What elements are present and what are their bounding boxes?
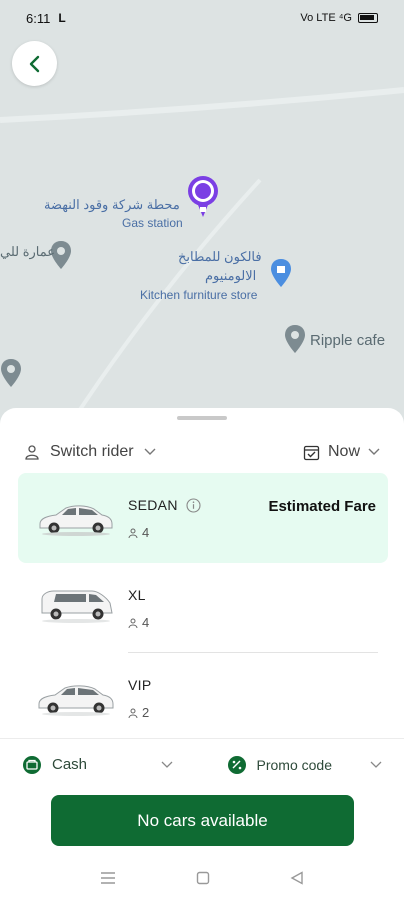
chevron-down-icon bbox=[368, 448, 380, 455]
car-option-sedan[interactable]: SEDAN 4 Estimated Fare bbox=[18, 473, 388, 563]
car-seats-sedan: 4 bbox=[128, 525, 149, 540]
poi-kitchen-arabic-1: فالكون للمطابخ bbox=[178, 249, 262, 264]
status-app-icon: L bbox=[58, 11, 66, 25]
menu-icon[interactable] bbox=[100, 871, 116, 885]
promo-code-dropdown[interactable]: Promo code bbox=[227, 755, 382, 775]
chevron-down-icon bbox=[161, 761, 173, 768]
poi-building-arabic: عمارة للي bbox=[0, 244, 56, 259]
car-name-vip: VIP bbox=[128, 677, 152, 693]
ride-options-sheet: Switch rider Now SEDAN 4 Estimated Fare … bbox=[0, 408, 404, 900]
poi-gas-station-label: Gas station bbox=[122, 216, 183, 230]
van-car-icon bbox=[41, 590, 113, 623]
car-type-list: SEDAN 4 Estimated Fare XL 4 VIP 2 bbox=[18, 473, 388, 743]
calendar-check-icon bbox=[303, 445, 320, 460]
payment-method-dropdown[interactable]: Cash bbox=[22, 755, 173, 775]
chevron-left-icon bbox=[29, 55, 39, 72]
map-pin-icon-2[interactable] bbox=[0, 358, 22, 388]
car-option-xl[interactable]: XL 4 bbox=[18, 563, 388, 653]
schedule-dropdown[interactable]: Now bbox=[303, 443, 380, 461]
car-seats-vip: 2 bbox=[128, 705, 149, 720]
status-bar: 6:11 L Vo LTE ⁴G bbox=[0, 0, 404, 36]
switch-rider-dropdown[interactable]: Switch rider bbox=[24, 443, 156, 461]
sheet-drag-handle[interactable] bbox=[177, 416, 227, 420]
car-name-sedan: SEDAN bbox=[128, 497, 201, 513]
back-triangle-icon[interactable] bbox=[290, 871, 304, 885]
poi-gas-station-arabic: محطة شركة وقود النهضة bbox=[44, 197, 180, 212]
person-icon bbox=[25, 445, 39, 460]
schedule-label: Now bbox=[327, 443, 360, 460]
info-icon[interactable] bbox=[186, 497, 201, 513]
passenger-icon bbox=[128, 528, 138, 538]
vip-car-icon bbox=[38, 685, 114, 716]
estimated-fare-label: Estimated Fare bbox=[268, 498, 376, 515]
poi-kitchen-label: Kitchen furniture store bbox=[140, 288, 258, 302]
promo-tag-icon bbox=[227, 755, 246, 774]
poi-ripple-cafe: Ripple cafe bbox=[310, 332, 386, 349]
passenger-icon bbox=[128, 618, 138, 628]
system-nav-bar bbox=[0, 860, 404, 896]
signal-icon: Vo LTE ⁴G bbox=[300, 12, 352, 24]
passenger-icon bbox=[128, 708, 138, 718]
home-square-icon[interactable] bbox=[196, 871, 210, 885]
cash-wallet-icon bbox=[23, 755, 41, 774]
car-option-vip[interactable]: VIP 2 bbox=[18, 653, 388, 743]
status-time: 6:11 bbox=[26, 10, 51, 26]
switch-rider-label: Switch rider bbox=[50, 443, 134, 460]
battery-icon bbox=[358, 13, 378, 23]
payment-row: Cash Promo code bbox=[0, 738, 404, 790]
cafe-pin-icon[interactable] bbox=[284, 324, 306, 354]
payment-label: Cash bbox=[52, 756, 88, 773]
sedan-car-icon bbox=[39, 505, 113, 536]
shopping-bag-pin-icon[interactable] bbox=[270, 258, 292, 288]
car-name-xl: XL bbox=[128, 587, 146, 603]
pickup-marker-icon[interactable] bbox=[186, 175, 220, 219]
chevron-down-icon bbox=[144, 448, 156, 455]
map-roads bbox=[0, 87, 404, 440]
rider-schedule-row: Switch rider Now bbox=[0, 430, 404, 474]
car-seats-xl: 4 bbox=[128, 615, 149, 630]
no-cars-available-button[interactable]: No cars available bbox=[51, 795, 354, 846]
promo-label: Promo code bbox=[256, 756, 332, 773]
poi-kitchen-arabic-2: الالومنيوم bbox=[205, 268, 257, 283]
back-button[interactable] bbox=[12, 41, 57, 86]
map-view[interactable]: محطة شركة وقود النهضة Gas station عمارة … bbox=[0, 0, 404, 440]
chevron-down-icon bbox=[370, 761, 382, 768]
